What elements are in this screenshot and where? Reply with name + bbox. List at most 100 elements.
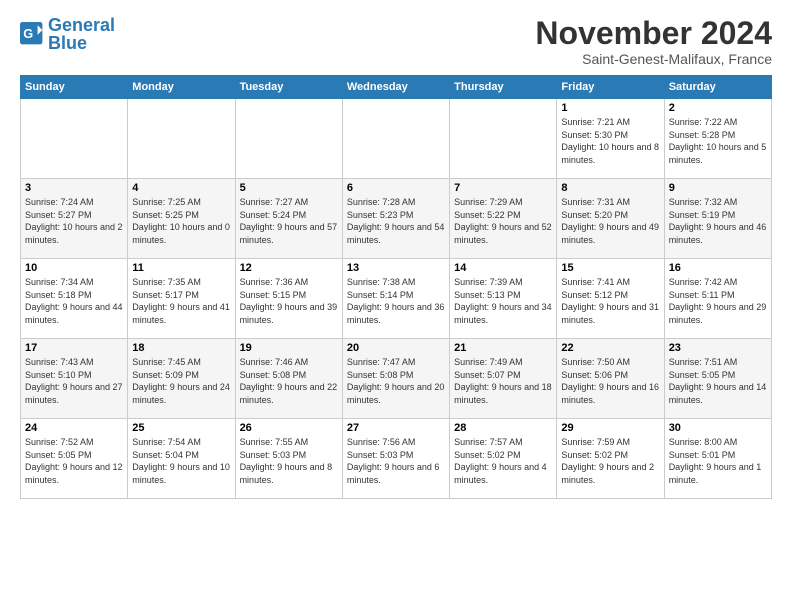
day-number: 8 [561, 182, 659, 194]
day-number: 22 [561, 342, 659, 354]
day-number: 6 [347, 182, 445, 194]
calendar-cell [21, 99, 128, 179]
weekday-header: Monday [128, 76, 235, 99]
calendar-cell: 13Sunrise: 7:38 AM Sunset: 5:14 PM Dayli… [342, 259, 449, 339]
calendar-cell: 8 Sunrise: 7:31 AM Sunset: 5:20 PM Daylig… [557, 179, 664, 259]
calendar-table: SundayMondayTuesdayWednesdayThursdayFrid… [20, 75, 772, 499]
calendar-cell: 24Sunrise: 7:52 AM Sunset: 5:05 PM Dayli… [21, 419, 128, 499]
calendar-cell: 22Sunrise: 7:50 AM Sunset: 5:06 PM Dayli… [557, 339, 664, 419]
day-number: 30 [669, 422, 767, 434]
day-info: Sunrise: 7:35 AM Sunset: 5:17 PM Dayligh… [132, 276, 230, 326]
day-info: Sunrise: 7:21 AM Sunset: 5:30 PM Dayligh… [561, 116, 659, 166]
day-info: Sunrise: 7:24 AM Sunset: 5:27 PM Dayligh… [25, 196, 123, 246]
calendar-cell: 7 Sunrise: 7:29 AM Sunset: 5:22 PM Daylig… [450, 179, 557, 259]
calendar-cell: 6 Sunrise: 7:28 AM Sunset: 5:23 PM Daylig… [342, 179, 449, 259]
calendar-cell: 17 Sunrise: 7:43 AM Sunset: 5:10 PM Dayli… [21, 339, 128, 419]
day-number: 12 [240, 262, 338, 274]
day-number: 18 [132, 342, 230, 354]
weekday-header: Saturday [664, 76, 771, 99]
weekday-header-row: SundayMondayTuesdayWednesdayThursdayFrid… [21, 76, 772, 99]
weekday-header: Friday [557, 76, 664, 99]
calendar-week-row: 17 Sunrise: 7:43 AM Sunset: 5:10 PM Dayli… [21, 339, 772, 419]
calendar-cell: 14 Sunrise: 7:39 AM Sunset: 5:13 PM Dayli… [450, 259, 557, 339]
day-number: 27 [347, 422, 445, 434]
svg-text:G: G [23, 26, 33, 41]
day-number: 19 [240, 342, 338, 354]
calendar-cell [342, 99, 449, 179]
weekday-header: Sunday [21, 76, 128, 99]
calendar-cell: 4Sunrise: 7:25 AM Sunset: 5:25 PM Daylig… [128, 179, 235, 259]
day-info: Sunrise: 7:59 AM Sunset: 5:02 PM Dayligh… [561, 436, 659, 486]
weekday-header: Wednesday [342, 76, 449, 99]
logo-text-line1: General [48, 16, 115, 34]
day-number: 11 [132, 262, 230, 274]
calendar-cell: 15 Sunrise: 7:41 AM Sunset: 5:12 PM Dayli… [557, 259, 664, 339]
day-number: 23 [669, 342, 767, 354]
calendar-cell: 19 Sunrise: 7:46 AM Sunset: 5:08 PM Dayli… [235, 339, 342, 419]
calendar-cell [450, 99, 557, 179]
day-number: 2 [669, 102, 767, 114]
day-info: Sunrise: 7:31 AM Sunset: 5:20 PM Dayligh… [561, 196, 659, 246]
day-number: 25 [132, 422, 230, 434]
calendar-week-row: 10Sunrise: 7:34 AM Sunset: 5:18 PM Dayli… [21, 259, 772, 339]
day-info: Sunrise: 7:46 AM Sunset: 5:08 PM Dayligh… [240, 356, 338, 406]
day-number: 9 [669, 182, 767, 194]
calendar-cell: 1 Sunrise: 7:21 AM Sunset: 5:30 PM Daylig… [557, 99, 664, 179]
title-area: November 2024 Saint-Genest-Malifaux, Fra… [535, 16, 772, 67]
day-info: Sunrise: 8:00 AM Sunset: 5:01 PM Dayligh… [669, 436, 767, 486]
day-number: 4 [132, 182, 230, 194]
calendar-cell: 25Sunrise: 7:54 AM Sunset: 5:04 PM Dayli… [128, 419, 235, 499]
day-number: 1 [561, 102, 659, 114]
day-info: Sunrise: 7:56 AM Sunset: 5:03 PM Dayligh… [347, 436, 445, 486]
day-number: 16 [669, 262, 767, 274]
day-info: Sunrise: 7:55 AM Sunset: 5:03 PM Dayligh… [240, 436, 338, 486]
day-info: Sunrise: 7:29 AM Sunset: 5:22 PM Dayligh… [454, 196, 552, 246]
day-number: 7 [454, 182, 552, 194]
calendar-cell: 30 Sunrise: 8:00 AM Sunset: 5:01 PM Dayli… [664, 419, 771, 499]
calendar-cell: 26 Sunrise: 7:55 AM Sunset: 5:03 PM Dayli… [235, 419, 342, 499]
day-info: Sunrise: 7:43 AM Sunset: 5:10 PM Dayligh… [25, 356, 123, 406]
day-info: Sunrise: 7:45 AM Sunset: 5:09 PM Dayligh… [132, 356, 230, 406]
logo-icon: G [20, 22, 44, 46]
calendar-cell: 28 Sunrise: 7:57 AM Sunset: 5:02 PM Dayli… [450, 419, 557, 499]
calendar-cell: 9 Sunrise: 7:32 AM Sunset: 5:19 PM Daylig… [664, 179, 771, 259]
day-number: 26 [240, 422, 338, 434]
calendar-cell [235, 99, 342, 179]
calendar-cell: 23 Sunrise: 7:51 AM Sunset: 5:05 PM Dayli… [664, 339, 771, 419]
day-info: Sunrise: 7:49 AM Sunset: 5:07 PM Dayligh… [454, 356, 552, 406]
day-number: 20 [347, 342, 445, 354]
day-info: Sunrise: 7:51 AM Sunset: 5:05 PM Dayligh… [669, 356, 767, 406]
weekday-header: Tuesday [235, 76, 342, 99]
day-number: 13 [347, 262, 445, 274]
day-info: Sunrise: 7:57 AM Sunset: 5:02 PM Dayligh… [454, 436, 552, 486]
day-number: 14 [454, 262, 552, 274]
day-info: Sunrise: 7:28 AM Sunset: 5:23 PM Dayligh… [347, 196, 445, 246]
location: Saint-Genest-Malifaux, France [535, 51, 772, 67]
day-number: 28 [454, 422, 552, 434]
calendar-cell: 18 Sunrise: 7:45 AM Sunset: 5:09 PM Dayli… [128, 339, 235, 419]
calendar-week-row: 24Sunrise: 7:52 AM Sunset: 5:05 PM Dayli… [21, 419, 772, 499]
day-number: 3 [25, 182, 123, 194]
day-info: Sunrise: 7:39 AM Sunset: 5:13 PM Dayligh… [454, 276, 552, 326]
day-number: 15 [561, 262, 659, 274]
calendar-cell: 2 Sunrise: 7:22 AM Sunset: 5:28 PM Daylig… [664, 99, 771, 179]
day-number: 21 [454, 342, 552, 354]
calendar-week-row: 3 Sunrise: 7:24 AM Sunset: 5:27 PM Daylig… [21, 179, 772, 259]
day-info: Sunrise: 7:27 AM Sunset: 5:24 PM Dayligh… [240, 196, 338, 246]
day-info: Sunrise: 7:22 AM Sunset: 5:28 PM Dayligh… [669, 116, 767, 166]
calendar-cell: 20 Sunrise: 7:47 AM Sunset: 5:08 PM Dayli… [342, 339, 449, 419]
day-info: Sunrise: 7:41 AM Sunset: 5:12 PM Dayligh… [561, 276, 659, 326]
logo: G General Blue [20, 16, 115, 52]
calendar-cell: 10Sunrise: 7:34 AM Sunset: 5:18 PM Dayli… [21, 259, 128, 339]
calendar-cell: 11 Sunrise: 7:35 AM Sunset: 5:17 PM Dayli… [128, 259, 235, 339]
day-number: 5 [240, 182, 338, 194]
day-info: Sunrise: 7:36 AM Sunset: 5:15 PM Dayligh… [240, 276, 338, 326]
logo-text-line2: Blue [48, 34, 115, 52]
calendar-cell: 16 Sunrise: 7:42 AM Sunset: 5:11 PM Dayli… [664, 259, 771, 339]
day-info: Sunrise: 7:32 AM Sunset: 5:19 PM Dayligh… [669, 196, 767, 246]
day-info: Sunrise: 7:47 AM Sunset: 5:08 PM Dayligh… [347, 356, 445, 406]
day-number: 17 [25, 342, 123, 354]
month-title: November 2024 [535, 16, 772, 51]
day-info: Sunrise: 7:42 AM Sunset: 5:11 PM Dayligh… [669, 276, 767, 326]
weekday-header: Thursday [450, 76, 557, 99]
